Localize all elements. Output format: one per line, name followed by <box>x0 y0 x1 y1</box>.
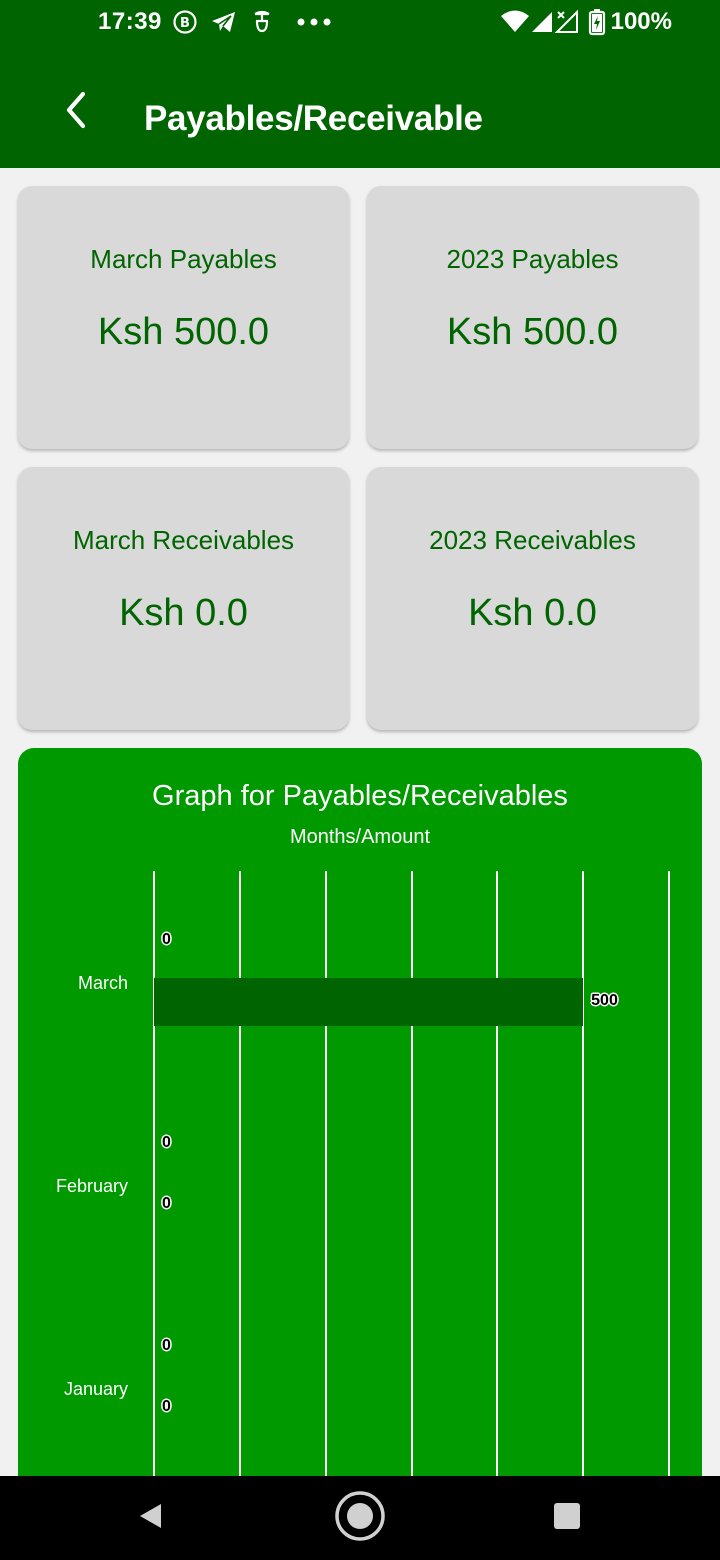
app-bar: Payables/Receivable <box>0 44 720 168</box>
chart-data-label: 500 <box>591 992 618 1009</box>
card-year-receivables[interactable]: 2023 Receivables Ksh 0.0 <box>367 467 698 730</box>
telegram-icon <box>210 9 238 35</box>
card-value: Ksh 500.0 <box>97 311 270 353</box>
chart-data-label: 0 <box>162 1195 171 1212</box>
card-march-receivables[interactable]: March Receivables Ksh 0.0 <box>18 467 349 730</box>
sim-icon <box>250 9 274 35</box>
card-label: 2023 Payables <box>446 244 619 274</box>
more-dots-icon <box>296 9 332 35</box>
b-circle-icon: B <box>172 9 198 35</box>
page-title: Payables/Receivable <box>144 99 483 138</box>
chart-grid-line <box>496 871 498 1508</box>
nav-recents-button[interactable] <box>539 1490 595 1546</box>
home-circle-icon <box>333 1489 387 1548</box>
battery-percent: 100% <box>610 8 672 35</box>
chart-data-label: 0 <box>162 931 171 948</box>
signal-icon <box>530 9 554 35</box>
card-value: Ksh 500.0 <box>446 311 619 353</box>
card-label: March Receivables <box>72 525 295 555</box>
nav-home-button[interactable] <box>332 1490 388 1546</box>
chart-grid-line <box>668 871 670 1508</box>
chevron-left-icon <box>61 90 91 135</box>
chart-data-label: 0 <box>162 1337 171 1354</box>
wifi-icon <box>500 9 530 35</box>
card-value: Ksh 0.0 <box>119 592 248 634</box>
status-time: 17:39 <box>98 8 162 35</box>
card-label: 2023 Receivables <box>429 525 636 555</box>
chart-subtitle: Months/Amount <box>289 826 431 848</box>
nav-back-button[interactable] <box>123 1490 179 1546</box>
chart-grid-line <box>153 871 155 1508</box>
card-march-payables[interactable]: March Payables Ksh 500.0 <box>18 186 349 449</box>
recents-square-icon <box>552 1501 582 1536</box>
chart-grid-line <box>582 871 584 1508</box>
card-year-payables[interactable]: 2023 Payables Ksh 500.0 <box>367 186 698 449</box>
back-triangle-icon <box>136 1501 166 1536</box>
battery-charging-icon <box>588 9 606 36</box>
back-button[interactable] <box>48 84 104 140</box>
chart-grid-line <box>325 871 327 1508</box>
svg-text:B: B <box>180 16 190 31</box>
chart-data-label: 0 <box>162 1134 171 1151</box>
screen: 17:39 B 100% Payables/Receivable March P… <box>0 0 720 1560</box>
system-nav-bar <box>0 1476 720 1560</box>
chart-category-label: February <box>55 1176 128 1196</box>
signal-x-icon <box>554 9 580 35</box>
card-value: Ksh 0.0 <box>468 592 597 634</box>
chart-data-label: 0 <box>162 1398 171 1415</box>
chart-category-label: January <box>63 1379 128 1399</box>
chart-title: Graph for Payables/Receivables <box>152 780 568 812</box>
chart-category-label: March <box>77 973 128 993</box>
card-label: March Payables <box>90 244 277 274</box>
status-bar: 17:39 B 100% <box>0 0 720 44</box>
payables-receivables-chart: Graph for Payables/Receivables Months/Am… <box>18 748 702 1508</box>
chart-grid-line <box>411 871 413 1508</box>
chart-bar <box>154 978 584 1026</box>
chart-grid-line <box>239 871 241 1508</box>
